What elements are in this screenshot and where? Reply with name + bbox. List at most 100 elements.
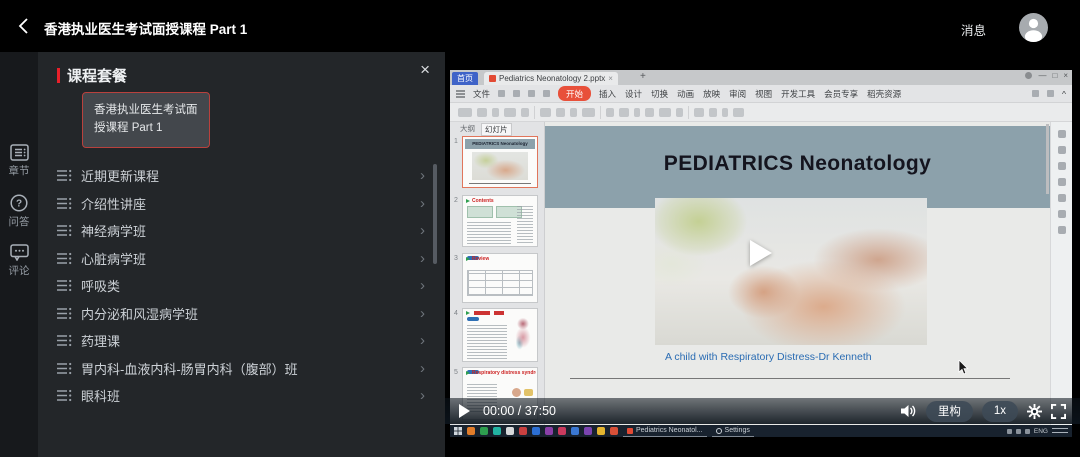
volume-icon [901, 404, 917, 418]
wps-menu-tabs: 插入设计切换动画放映审阅视图开发工具会员专享稻壳资源 [599, 88, 901, 100]
slide-thumbnail-pane: 大纲幻灯片 1PEDIATRICS Neonatology2Contents3R… [450, 122, 545, 425]
green-table [467, 206, 493, 218]
mini-slide-heading: Review [466, 256, 489, 262]
red-title-bar [494, 311, 504, 315]
rail-item-qa[interactable]: ?问答 [0, 194, 38, 229]
mini-tables [467, 206, 522, 218]
chevron-right-icon: › [420, 195, 425, 212]
taskbar-app-icon [558, 427, 566, 435]
quick-access-icon [528, 90, 535, 97]
slide-title: PEDIATRICS Neonatology [545, 152, 1050, 176]
play-overlay-icon[interactable] [750, 240, 772, 266]
windows-start-icon [454, 427, 462, 435]
course-section-row[interactable]: 介绍性讲座› [38, 190, 445, 218]
panel-tool-icon [1058, 226, 1066, 234]
wps-menu-4: 动画 [677, 88, 694, 100]
course-section-row[interactable]: 心脏病学班› [38, 245, 445, 273]
mini-diagram [524, 389, 533, 396]
video-surface[interactable]: 首页 Pediatrics Neonatology 2.pptx × + — □… [450, 70, 1072, 437]
pane-tab-1: 大纲 [460, 123, 475, 136]
rail-item-chapters[interactable]: 章节 [0, 144, 38, 178]
tab-close-icon: × [608, 74, 613, 83]
settings-app-icon [716, 428, 722, 434]
fullscreen-icon [1051, 404, 1066, 419]
speed-button[interactable]: 1x [982, 401, 1018, 422]
slide-number: 4 [454, 310, 458, 317]
toolbar-icon [540, 108, 551, 117]
section-list-icon [57, 334, 72, 347]
course-section-row[interactable]: 近期更新课程› [38, 162, 445, 190]
tray-icon [1007, 429, 1012, 434]
wps-right-toolbar [1050, 122, 1072, 425]
mini-table-grid [467, 270, 533, 296]
gear-icon [1027, 404, 1042, 419]
wps-tab-bar: 首页 Pediatrics Neonatology 2.pptx × + — □… [450, 70, 1072, 85]
wps-content-area: 大纲幻灯片 1PEDIATRICS Neonatology2Contents3R… [450, 122, 1072, 425]
mini-baby-image [472, 152, 528, 180]
mini-baby-photo [512, 388, 521, 397]
mini-slide-heading [466, 311, 506, 315]
windows-taskbar: Pediatrics Neonatol... Settings ENG [450, 425, 1072, 437]
toolbar-separator [688, 106, 689, 119]
reconstruct-button[interactable]: 里构 [926, 401, 973, 422]
left-rail: 章节 ?问答评论 [0, 52, 38, 457]
wps-document-tab: Pediatrics Neonatology 2.pptx × [484, 72, 618, 85]
slide-number: 3 [454, 255, 458, 262]
course-section-label: 近期更新课程 [81, 166, 159, 185]
course-section-row[interactable]: 胃内科-血液内科-肠胃内科（腹部）班› [38, 355, 445, 383]
taskbar-app-icon [597, 427, 605, 435]
settings-button[interactable] [1027, 404, 1042, 419]
course-section-row[interactable]: 药理课› [38, 327, 445, 355]
course-section-label: 眼科班 [81, 386, 120, 405]
slide-thumbnail-2[interactable]: 2Contents [462, 195, 538, 247]
close-icon[interactable]: × [420, 60, 430, 80]
player-control-bar: 00:00 / 37:50 里构 1x [445, 398, 1080, 424]
wps-start-tab: 开始 [558, 86, 591, 101]
play-button[interactable] [459, 404, 470, 418]
video-player[interactable]: 首页 Pediatrics Neonatology 2.pptx × + — □… [445, 52, 1080, 457]
avatar[interactable] [1019, 13, 1048, 42]
slide-thumbnail-4[interactable]: 4 [462, 308, 538, 362]
course-section-row[interactable]: 呼吸类› [38, 272, 445, 300]
taskbar-app-icon [467, 427, 475, 435]
slide-number: 5 [454, 369, 458, 376]
tray-icon [1025, 429, 1030, 434]
wps-menu-bar: 文件 开始 插入设计切换动画放映审阅视图开发工具会员专享稻壳资源 ^ [450, 85, 1072, 103]
course-section-row[interactable]: 眼科班 › [38, 382, 445, 410]
taskbar-app-icon [519, 427, 527, 435]
panel-tool-icon [1058, 146, 1066, 154]
chevron-right-icon: › [420, 222, 425, 239]
file-menu: 文件 [473, 88, 490, 100]
slide-thumbnail-3[interactable]: 3Review [462, 253, 538, 303]
section-list-icon [57, 169, 72, 182]
panel-scrollbar[interactable] [433, 164, 437, 264]
chevron-right-icon: › [420, 360, 425, 377]
chevron-right-icon: › [420, 305, 425, 322]
course-section-row[interactable]: 神经病学班› [38, 217, 445, 245]
ppt-file-icon [489, 75, 496, 82]
slide-thumbnail-1[interactable]: 1PEDIATRICS Neonatology [462, 136, 538, 188]
panel-tool-icon [1058, 194, 1066, 202]
rail-item-comments[interactable]: 评论 [0, 244, 38, 278]
green-flag-icon [466, 257, 470, 261]
back-button[interactable] [14, 15, 36, 37]
wps-menu-9: 会员专享 [824, 88, 858, 100]
wps-menu-1: 插入 [599, 88, 616, 100]
messages-button[interactable]: 消息 [961, 20, 986, 39]
course-section-row[interactable]: 内分泌和风湿病学班› [38, 300, 445, 328]
tray-icon [1016, 429, 1021, 434]
section-list-icon [57, 279, 72, 292]
fullscreen-button[interactable] [1051, 404, 1066, 419]
volume-button[interactable] [901, 404, 917, 418]
toolbar-icon [676, 108, 683, 117]
panel-tool-icon [1058, 210, 1066, 218]
active-course-card[interactable]: 香港执业医生考试面授课程 Part 1 [82, 92, 210, 148]
toolbar-icon [477, 108, 487, 117]
toolbar-icon [606, 108, 614, 117]
chevron-right-icon: › [420, 387, 425, 404]
chevron-right-icon: › [420, 277, 425, 294]
minimize-icon: — [1038, 71, 1046, 80]
section-list-icon [57, 389, 72, 402]
slide-caption: A child with Respiratory Distress-Dr Ken… [665, 351, 872, 363]
rail-item-label: 评论 [0, 263, 38, 278]
